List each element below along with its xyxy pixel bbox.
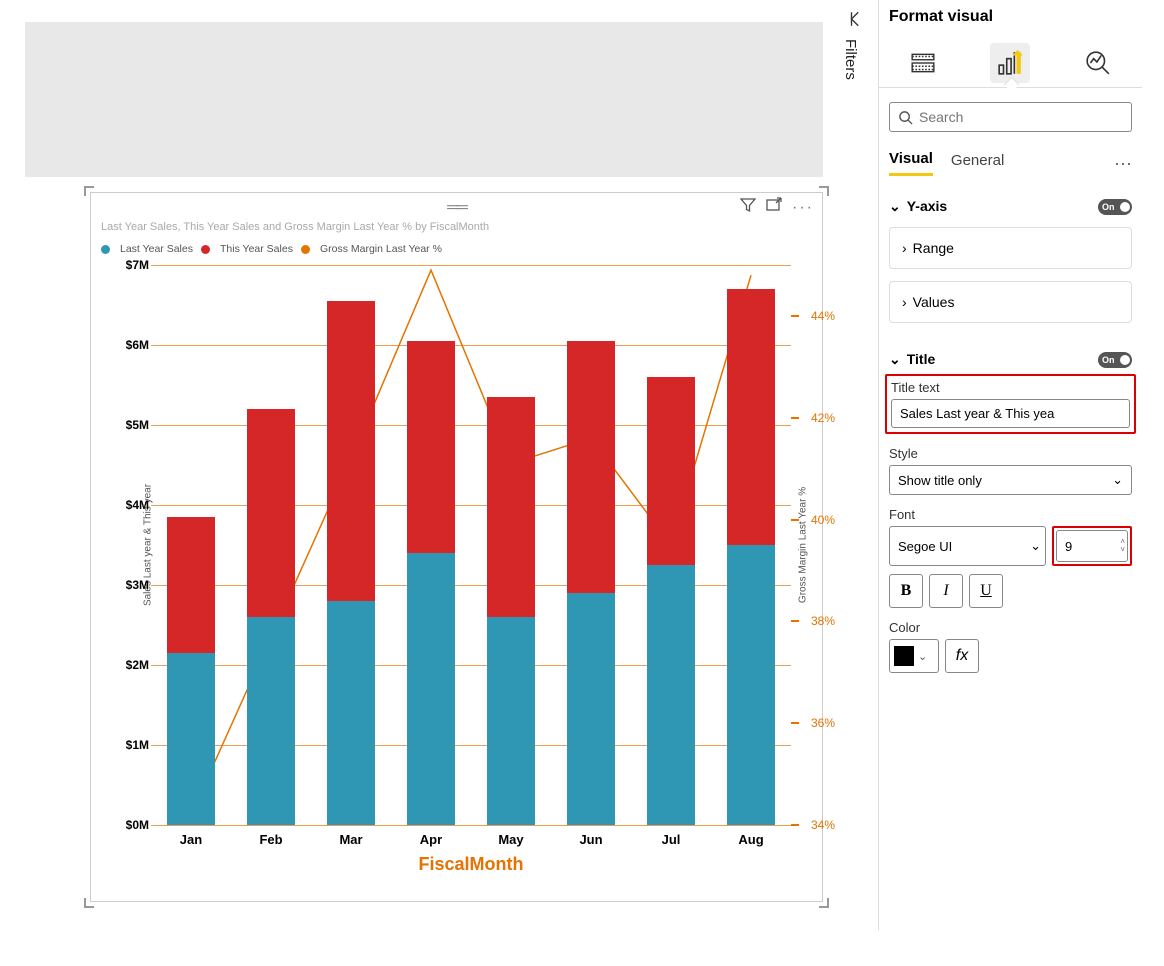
- highlight-title-text: Title text Sales Last year & This yea: [885, 374, 1136, 434]
- bold-button[interactable]: B: [889, 574, 923, 608]
- filters-pane-collapsed[interactable]: Filters: [842, 0, 870, 150]
- color-swatch: [894, 646, 914, 666]
- chart-visual-container[interactable]: ══ ··· Last Year Sales, This Year Sales …: [90, 192, 823, 902]
- yaxis-range-card[interactable]: ›Range: [889, 227, 1132, 269]
- focus-mode-icon[interactable]: [766, 197, 782, 218]
- color-label: Color: [889, 620, 1132, 635]
- tab-general[interactable]: General: [951, 152, 1004, 175]
- chevron-right-icon: ›: [902, 294, 907, 310]
- bar-stack[interactable]: [487, 397, 535, 825]
- font-family-select[interactable]: Segoe UI ⌄: [889, 526, 1046, 566]
- chevron-down-icon: ⌄: [1030, 538, 1041, 554]
- chevron-right-icon: ›: [902, 240, 907, 256]
- tab-visual[interactable]: Visual: [889, 150, 933, 176]
- bar-stack[interactable]: [167, 517, 215, 825]
- selection-corner[interactable]: [819, 898, 829, 908]
- chevron-down-icon: ⌄: [889, 351, 901, 367]
- bar-stack[interactable]: [647, 377, 695, 825]
- search-input-container[interactable]: [889, 102, 1132, 132]
- style-label: Style: [889, 446, 1132, 461]
- y-axis-right-label: Gross Margin Last Year %: [797, 487, 808, 603]
- chart-legend: Last Year Sales This Year Sales Gross Ma…: [101, 243, 442, 255]
- drag-handle-icon[interactable]: ══: [447, 199, 466, 217]
- report-canvas-bg: [25, 22, 823, 177]
- chevron-down-icon: ⌄: [918, 650, 927, 663]
- bar-stack[interactable]: [407, 341, 455, 825]
- more-options-icon[interactable]: ···: [792, 199, 814, 217]
- search-icon: [898, 110, 913, 125]
- style-select[interactable]: Show title only ⌄: [889, 465, 1132, 495]
- title-text-input[interactable]: Sales Last year & This yea: [891, 399, 1130, 428]
- selection-corner[interactable]: [84, 898, 94, 908]
- selection-corner[interactable]: [84, 186, 94, 196]
- tabs-more-icon[interactable]: ···: [1114, 153, 1132, 174]
- filter-icon[interactable]: [740, 197, 756, 218]
- chevron-down-icon: ⌄: [889, 198, 901, 214]
- bar-stack[interactable]: [727, 289, 775, 825]
- fx-button[interactable]: fx: [945, 639, 979, 673]
- font-label: Font: [889, 507, 1132, 522]
- italic-button[interactable]: I: [929, 574, 963, 608]
- yaxis-section-header[interactable]: ⌄Y-axis On: [889, 198, 1132, 215]
- spin-down-icon[interactable]: ˅: [1120, 546, 1125, 554]
- underline-button[interactable]: U: [969, 574, 1003, 608]
- chart-plot-area: Sales Last year & This year Gross Margin…: [151, 265, 791, 825]
- bar-stack[interactable]: [327, 301, 375, 825]
- selection-corner[interactable]: [819, 186, 829, 196]
- search-input[interactable]: [919, 109, 1123, 125]
- title-text-label: Title text: [891, 380, 1130, 395]
- panel-title: Format visual: [889, 8, 1132, 26]
- build-visual-tab-icon[interactable]: [903, 43, 943, 83]
- x-axis-label: FiscalMonth: [418, 854, 523, 875]
- chart-title: Last Year Sales, This Year Sales and Gro…: [101, 221, 489, 233]
- chevron-down-icon: ⌄: [1112, 472, 1123, 488]
- bar-stack[interactable]: [247, 409, 295, 825]
- yaxis-toggle[interactable]: On: [1098, 199, 1132, 215]
- font-size-input[interactable]: 9 ˄˅: [1056, 530, 1128, 562]
- format-visual-tab-icon[interactable]: [990, 43, 1030, 83]
- format-visual-panel: Format visual Visual General ··· ⌄Y-axis…: [878, 0, 1142, 930]
- highlight-font-size: 9 ˄˅: [1052, 526, 1132, 566]
- color-picker[interactable]: ⌄: [889, 639, 939, 673]
- analytics-tab-icon[interactable]: [1078, 43, 1118, 83]
- title-section-header[interactable]: ⌄Title On: [889, 351, 1132, 368]
- bar-stack[interactable]: [567, 341, 615, 825]
- yaxis-values-card[interactable]: ›Values: [889, 281, 1132, 323]
- title-toggle[interactable]: On: [1098, 352, 1132, 368]
